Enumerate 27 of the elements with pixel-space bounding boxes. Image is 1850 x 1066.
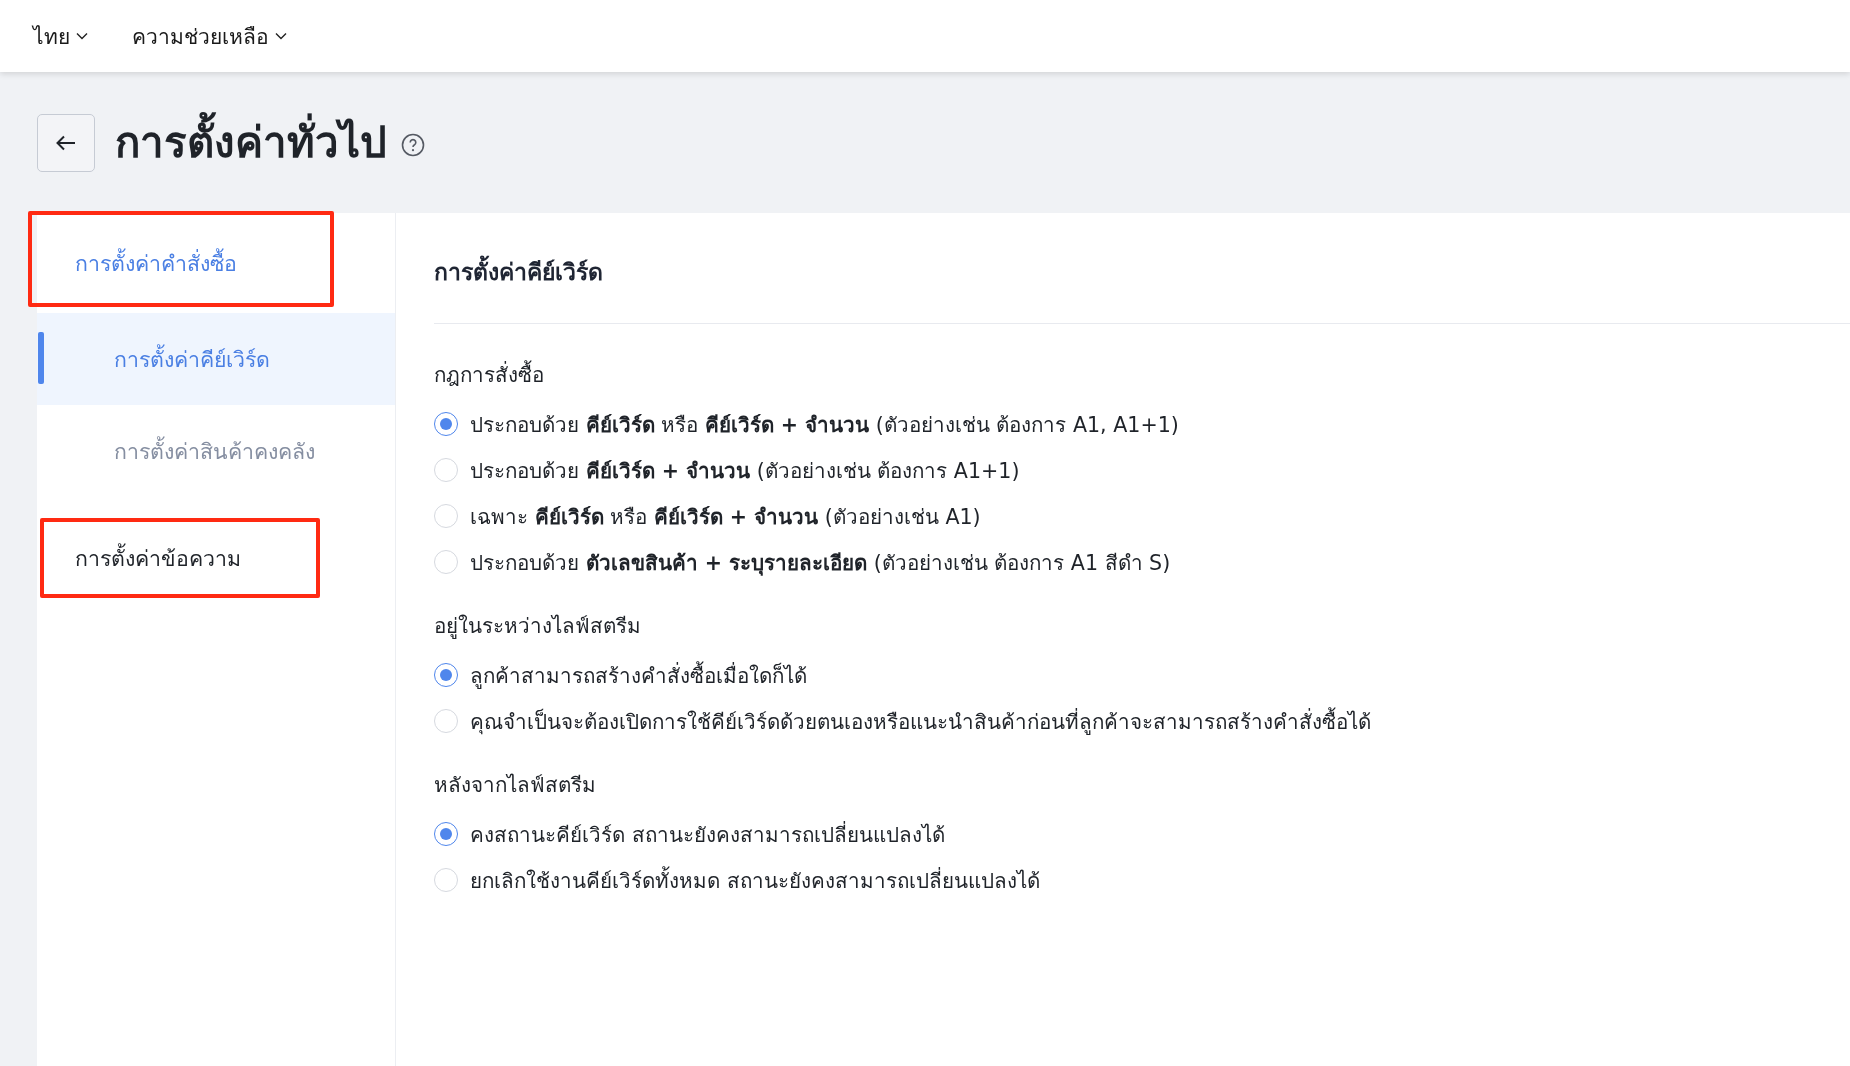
radio-button[interactable] (434, 412, 458, 436)
option-label: เฉพาะ คีย์เวิร์ด หรือ คีย์เวิร์ด + จำนวน (ตัวอย่างเช่น A1) (470, 503, 981, 531)
dropdown-menu[interactable]: ไทย (33, 19, 88, 53)
chevron-down-icon (76, 32, 88, 40)
selection-indicator (38, 332, 44, 384)
option-label: คุณจำเป็นจะต้องเปิดการใช้คีย์เวิร์ดด้วยตนเองหรือแนะนำสินค้าก่อนที่ลูกค้าจะสามารถสร้างคำสั่งซื้อได้ (470, 706, 1371, 737)
option-label: ประกอบด้วย ตัวเลขสินค้า + ระบุรายละเอียด (ตัวอย่างเช่น ต้องการ A1 สีดำ S) (470, 549, 1171, 578)
arrow-left-icon (56, 135, 76, 151)
option-label: คงสถานะคีย์เวิร์ด สถานะยังคงสามารถเปลี่ยนแปลงได้ (470, 820, 945, 849)
option-label: ลูกค้าสามารถสร้างคำสั่งซื้อเมื่อใดก็ได้ (470, 660, 807, 691)
group-label: อยู่ในระหว่างไลฟ์สตรีม (434, 613, 642, 640)
option-label: ประกอบด้วย คีย์เวิร์ด หรือ คีย์เวิร์ด + จำนวน (ตัวอย่างเช่น ต้องการ A1, A1+1) (470, 411, 1179, 439)
chevron-down-icon (275, 32, 287, 40)
option-label: ประกอบด้วย คีย์เวิร์ด + จำนวน (ตัวอย่างเช่น ต้องการ A1+1) (470, 457, 1020, 485)
group-label: กฎการสั่งซื้อ (434, 361, 1850, 389)
sidebar-item[interactable]: การตั้งค่าคำสั่งซื้อ (37, 213, 395, 313)
page-title: การตั้งค่าทั่วไป (115, 114, 387, 172)
option-label: ยกเลิกใช้งานคีย์เวิร์ดทั้งหมด สถานะยังคงสามารถเปลี่ยนแปลงได้ (470, 865, 1040, 895)
dropdown-menu[interactable]: ความช่วยเหลือ (132, 19, 287, 53)
section-title: การตั้งค่าคีย์เวิร์ด (434, 257, 1850, 287)
back-button[interactable] (37, 114, 95, 172)
group-label: หลังจากไลฟ์สตรีม (434, 772, 597, 799)
sidebar-subitem[interactable]: การตั้งค่าคีย์เวิร์ด (37, 313, 395, 405)
sidebar-item[interactable]: การตั้งค่าข้อความ (37, 507, 395, 609)
radio-button[interactable] (434, 822, 458, 846)
help-icon[interactable] (401, 133, 425, 157)
radio-button[interactable] (434, 663, 458, 687)
